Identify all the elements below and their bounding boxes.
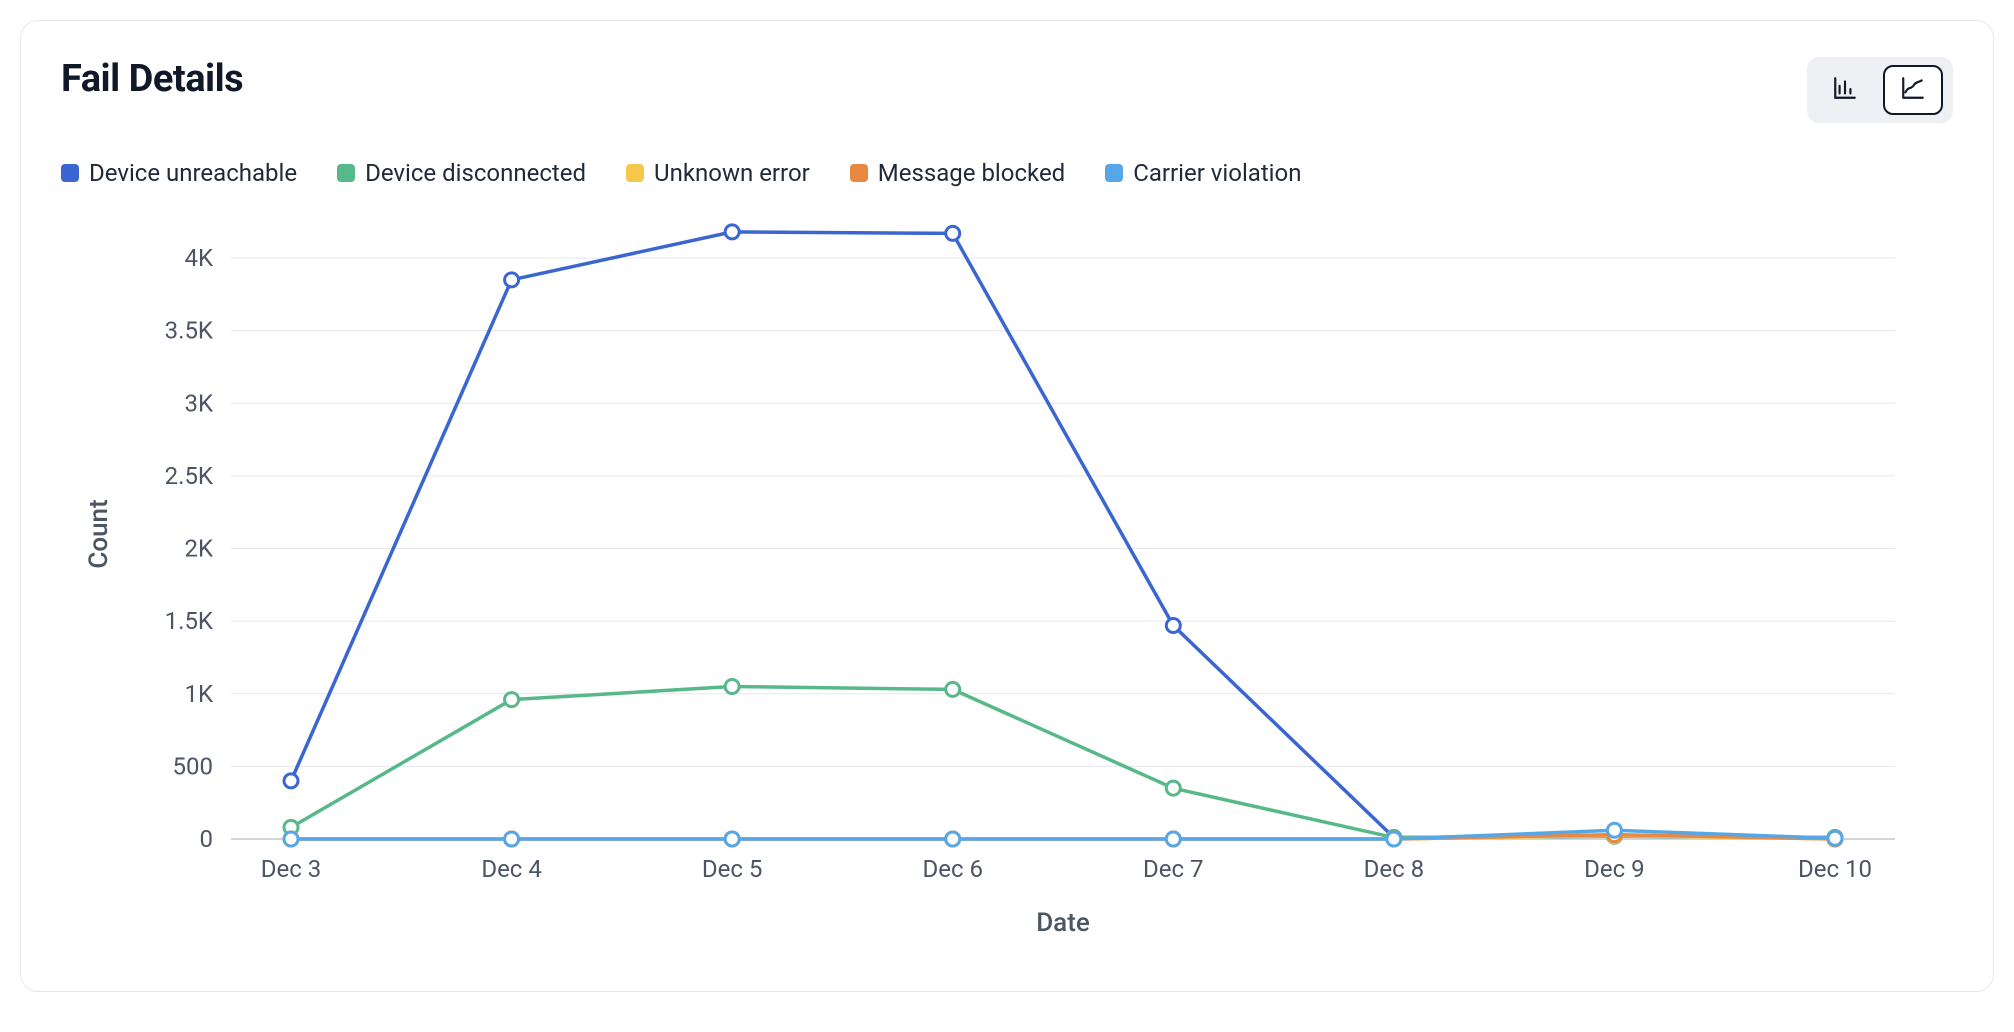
line-chart-toggle[interactable] [1883, 65, 1943, 115]
legend-item[interactable]: Unknown error [626, 159, 810, 187]
series-point[interactable] [284, 832, 298, 846]
y-tick-label: 1K [184, 680, 213, 708]
y-tick-label: 3K [184, 389, 213, 417]
card-title: Fail Details [61, 57, 243, 101]
legend-item[interactable]: Carrier violation [1105, 159, 1301, 187]
x-tick-label: Dec 5 [702, 855, 762, 883]
x-tick-label: Dec 4 [481, 855, 541, 883]
chart-legend: Device unreachable Device disconnected Unk… [61, 159, 1953, 187]
series-point[interactable] [505, 273, 519, 287]
series-line [291, 687, 1835, 838]
y-tick-label: 0 [200, 825, 214, 853]
legend-item[interactable]: Device unreachable [61, 159, 297, 187]
series-point[interactable] [946, 832, 960, 846]
series-point[interactable] [1607, 823, 1621, 837]
series-point[interactable] [1828, 831, 1842, 845]
series-point[interactable] [725, 680, 739, 694]
legend-item[interactable]: Device disconnected [337, 159, 586, 187]
series-point[interactable] [1387, 832, 1401, 846]
card-header: Fail Details [61, 57, 1953, 123]
line-chart: 0 500 1K 1.5K 2K 2.5K 3K 3.5K 4K Dec 3 Dec 4 Dec 5 D… [61, 199, 1955, 959]
bar-chart-toggle[interactable] [1817, 67, 1873, 113]
chart-type-toggle [1807, 57, 1953, 123]
y-tick-label: 2.5K [165, 462, 214, 490]
line-chart-icon [1900, 75, 1926, 105]
bar-chart-icon [1832, 75, 1858, 105]
x-axis-label: Date [1036, 908, 1090, 938]
series-point[interactable] [946, 682, 960, 696]
series-point[interactable] [505, 832, 519, 846]
chart-area: 0 500 1K 1.5K 2K 2.5K 3K 3.5K 4K Dec 3 Dec 4 Dec 5 D… [61, 199, 1953, 963]
legend-label: Device unreachable [89, 159, 297, 187]
x-tick-label: Dec 6 [922, 855, 982, 883]
legend-swatch [61, 164, 79, 182]
y-tick-label: 1.5K [165, 607, 214, 635]
series-point[interactable] [1166, 832, 1180, 846]
x-tick-label: Dec 8 [1364, 855, 1424, 883]
x-tick-label: Dec 10 [1798, 855, 1872, 883]
legend-swatch [1105, 164, 1123, 182]
series-point[interactable] [946, 226, 960, 240]
y-tick-label: 4K [184, 244, 213, 272]
y-tick-label: 2K [184, 535, 213, 563]
legend-swatch [850, 164, 868, 182]
y-tick-label: 500 [173, 752, 213, 780]
legend-label: Carrier violation [1133, 159, 1301, 187]
series-point[interactable] [725, 832, 739, 846]
legend-label: Device disconnected [365, 159, 586, 187]
y-tick-label: 3.5K [165, 317, 214, 345]
x-tick-label: Dec 7 [1143, 855, 1203, 883]
series-point[interactable] [284, 774, 298, 788]
legend-item[interactable]: Message blocked [850, 159, 1065, 187]
legend-label: Unknown error [654, 159, 810, 187]
legend-swatch [337, 164, 355, 182]
y-axis-label: Count [84, 499, 114, 568]
x-tick-label: Dec 9 [1584, 855, 1644, 883]
series-point[interactable] [725, 225, 739, 239]
fail-details-card: Fail Details [20, 20, 1994, 992]
legend-label: Message blocked [878, 159, 1065, 187]
legend-swatch [626, 164, 644, 182]
series-point[interactable] [505, 693, 519, 707]
series-line [291, 232, 1835, 838]
series-point[interactable] [1166, 619, 1180, 633]
x-tick-label: Dec 3 [261, 855, 321, 883]
series-point[interactable] [1166, 781, 1180, 795]
